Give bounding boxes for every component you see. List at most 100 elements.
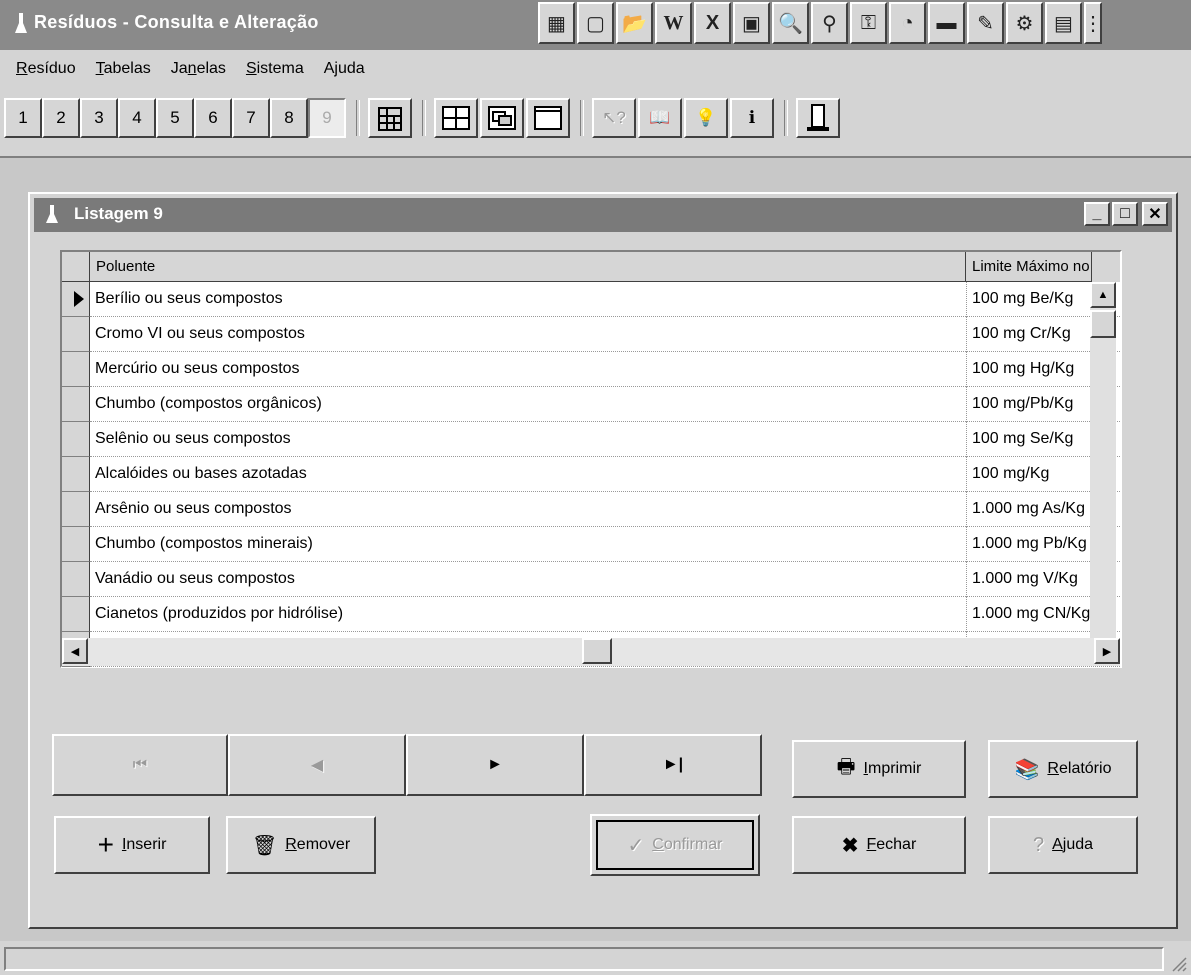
help-pointer-icon[interactable]: ↖? bbox=[592, 98, 636, 138]
table-row[interactable]: Arsênio ou seus compostos 1.000 mg As/Kg bbox=[90, 492, 1120, 527]
cell-limite[interactable]: 100 mg Be/Kg bbox=[966, 282, 1092, 317]
toolbar-button-1[interactable]: 1 bbox=[4, 98, 42, 138]
column-header-poluente[interactable]: Poluente bbox=[90, 252, 966, 282]
access-icon[interactable]: ⚿ bbox=[850, 2, 887, 44]
menu-sistema[interactable]: Sistema bbox=[246, 60, 304, 78]
toolbar-button-9[interactable]: 9 bbox=[308, 98, 346, 138]
building-icon[interactable] bbox=[368, 98, 412, 138]
row-selector[interactable] bbox=[62, 492, 90, 527]
cell-limite[interactable]: 100 mg Se/Kg bbox=[966, 422, 1092, 457]
row-selector[interactable] bbox=[62, 562, 90, 597]
confirmar-button[interactable]: ✓ Confirmar bbox=[590, 814, 760, 876]
vertical-scroll-thumb[interactable] bbox=[1090, 310, 1116, 338]
resize-grip-icon[interactable] bbox=[1169, 954, 1187, 972]
blank-window-icon[interactable] bbox=[526, 98, 570, 138]
first-record-button[interactable]: ⏮ bbox=[52, 734, 228, 796]
cell-limite[interactable]: 100 mg Hg/Kg bbox=[966, 352, 1092, 387]
row-selector[interactable] bbox=[62, 597, 90, 632]
table-row[interactable]: Alcalóides ou bases azotadas 100 mg/Kg bbox=[90, 457, 1120, 492]
table-row[interactable]: Cromo VI ou seus compostos 100 mg Cr/Kg bbox=[90, 317, 1120, 352]
word-icon[interactable]: W bbox=[655, 2, 692, 44]
horizontal-scrollbar[interactable]: ◀ ▶ bbox=[62, 638, 1120, 666]
menu-residuo[interactable]: Resíduo bbox=[16, 60, 76, 78]
horizontal-scroll-thumb[interactable] bbox=[582, 638, 612, 664]
remover-button[interactable]: 🗑 Remover bbox=[226, 816, 376, 874]
cell-poluente[interactable]: Mercúrio ou seus compostos bbox=[90, 352, 966, 387]
row-selector[interactable] bbox=[62, 527, 90, 562]
vertical-scrollbar[interactable]: ▲ ▼ bbox=[1090, 282, 1116, 666]
fechar-button[interactable]: ✖ Fechar bbox=[792, 816, 966, 874]
table-row[interactable]: Vanádio ou seus compostos 1.000 mg V/Kg bbox=[90, 562, 1120, 597]
excel-icon[interactable]: X bbox=[694, 2, 731, 44]
more-icon[interactable]: ⋮ bbox=[1083, 2, 1103, 44]
cell-limite[interactable]: 1.000 mg As/Kg bbox=[966, 492, 1092, 527]
scroll-left-button[interactable]: ◀ bbox=[62, 638, 88, 664]
ppt-icon[interactable]: ▣ bbox=[733, 2, 770, 44]
prev-record-button[interactable]: ◀ bbox=[228, 734, 406, 796]
tools-icon[interactable]: ⚙ bbox=[1006, 2, 1043, 44]
cell-poluente[interactable]: Chumbo (compostos minerais) bbox=[90, 527, 966, 562]
toolbar-button-3[interactable]: 3 bbox=[80, 98, 118, 138]
cell-poluente[interactable]: Cromo VI ou seus compostos bbox=[90, 317, 966, 352]
table-row[interactable]: Cianetos (produzidos por hidrólise) 1.00… bbox=[90, 597, 1120, 632]
row-selector[interactable] bbox=[62, 457, 90, 492]
cell-limite[interactable]: 100 mg/Pb/Kg bbox=[966, 387, 1092, 422]
table-row[interactable]: Mercúrio ou seus compostos 100 mg Hg/Kg bbox=[90, 352, 1120, 387]
next-record-button[interactable]: ► bbox=[406, 734, 584, 796]
row-selector-current[interactable] bbox=[62, 282, 90, 317]
maximize-button[interactable]: □ bbox=[1112, 202, 1138, 226]
cell-limite[interactable]: 1.000 mg Pb/Kg bbox=[966, 527, 1092, 562]
book-help-icon[interactable]: 📖 bbox=[638, 98, 682, 138]
scroll-up-button[interactable]: ▲ bbox=[1090, 282, 1116, 308]
schedule-icon[interactable]: ◔ bbox=[889, 2, 926, 44]
toolbar-button-6[interactable]: 6 bbox=[194, 98, 232, 138]
info-icon[interactable]: ℹ bbox=[730, 98, 774, 138]
table-row[interactable]: Chumbo (compostos orgânicos) 100 mg/Pb/K… bbox=[90, 387, 1120, 422]
cell-limite[interactable]: 100 mg/Kg bbox=[966, 457, 1092, 492]
feather-icon[interactable]: ✎ bbox=[967, 2, 1004, 44]
binoculars-icon[interactable]: ⚲ bbox=[811, 2, 848, 44]
table-row[interactable]: Selênio ou seus compostos 100 mg Se/Kg bbox=[90, 422, 1120, 457]
scroll-right-button[interactable]: ▶ bbox=[1094, 638, 1120, 664]
toolbar-button-8[interactable]: 8 bbox=[270, 98, 308, 138]
minimize-button[interactable]: _ bbox=[1084, 202, 1110, 226]
cascade-windows-icon[interactable] bbox=[480, 98, 524, 138]
search-icon[interactable]: 🔍 bbox=[772, 2, 809, 44]
cell-limite[interactable]: 100 mg Cr/Kg bbox=[966, 317, 1092, 352]
inserir-button[interactable]: + Inserir bbox=[54, 816, 210, 874]
cell-limite[interactable]: 1.000 mg CN/Kg bbox=[966, 597, 1092, 632]
table-row[interactable]: Berílio ou seus compostos 100 mg Be/Kg bbox=[90, 282, 1120, 317]
cell-poluente[interactable]: Arsênio ou seus compostos bbox=[90, 492, 966, 527]
toolbar-button-5[interactable]: 5 bbox=[156, 98, 194, 138]
cell-poluente[interactable]: Berílio ou seus compostos bbox=[90, 282, 966, 317]
column-header-limite[interactable]: Limite Máximo no bbox=[966, 252, 1092, 282]
table-grid-icon[interactable] bbox=[434, 98, 478, 138]
toolbar-button-4[interactable]: 4 bbox=[118, 98, 156, 138]
cell-poluente[interactable]: Vanádio ou seus compostos bbox=[90, 562, 966, 597]
row-selector[interactable] bbox=[62, 422, 90, 457]
row-selector[interactable] bbox=[62, 317, 90, 352]
imprimir-button[interactable]: 🖶 Imprimir bbox=[792, 740, 966, 798]
row-selector[interactable] bbox=[62, 352, 90, 387]
cell-poluente[interactable]: Chumbo (compostos orgânicos) bbox=[90, 387, 966, 422]
lightbulb-icon[interactable]: 💡 bbox=[684, 98, 728, 138]
new-doc-icon[interactable]: ▢ bbox=[577, 2, 614, 44]
toolbar-button-2[interactable]: 2 bbox=[42, 98, 80, 138]
table-row[interactable]: Chumbo (compostos minerais) 1.000 mg Pb/… bbox=[90, 527, 1120, 562]
poluentes-grid[interactable]: Poluente Limite Máximo no Berílio ou seu… bbox=[60, 250, 1122, 668]
open-folder-icon[interactable]: 📂 bbox=[616, 2, 653, 44]
ajuda-button[interactable]: ? Ajuda bbox=[988, 816, 1138, 874]
photo-icon[interactable]: ▤ bbox=[1045, 2, 1082, 44]
office-grid-icon[interactable]: ▦ bbox=[538, 2, 575, 44]
cell-poluente[interactable]: Selênio ou seus compostos bbox=[90, 422, 966, 457]
exit-door-icon[interactable] bbox=[796, 98, 840, 138]
relatorio-button[interactable]: 📚 Relatório bbox=[988, 740, 1138, 798]
row-selector[interactable] bbox=[62, 387, 90, 422]
cell-poluente[interactable]: Alcalóides ou bases azotadas bbox=[90, 457, 966, 492]
cell-limite[interactable]: 1.000 mg V/Kg bbox=[966, 562, 1092, 597]
cell-poluente[interactable]: Cianetos (produzidos por hidrólise) bbox=[90, 597, 966, 632]
last-record-button[interactable]: ►| bbox=[584, 734, 762, 796]
menu-ajuda[interactable]: Ajuda bbox=[324, 60, 365, 78]
menu-janelas[interactable]: Janelas bbox=[171, 60, 226, 78]
monitor-icon[interactable]: ▬ bbox=[928, 2, 965, 44]
